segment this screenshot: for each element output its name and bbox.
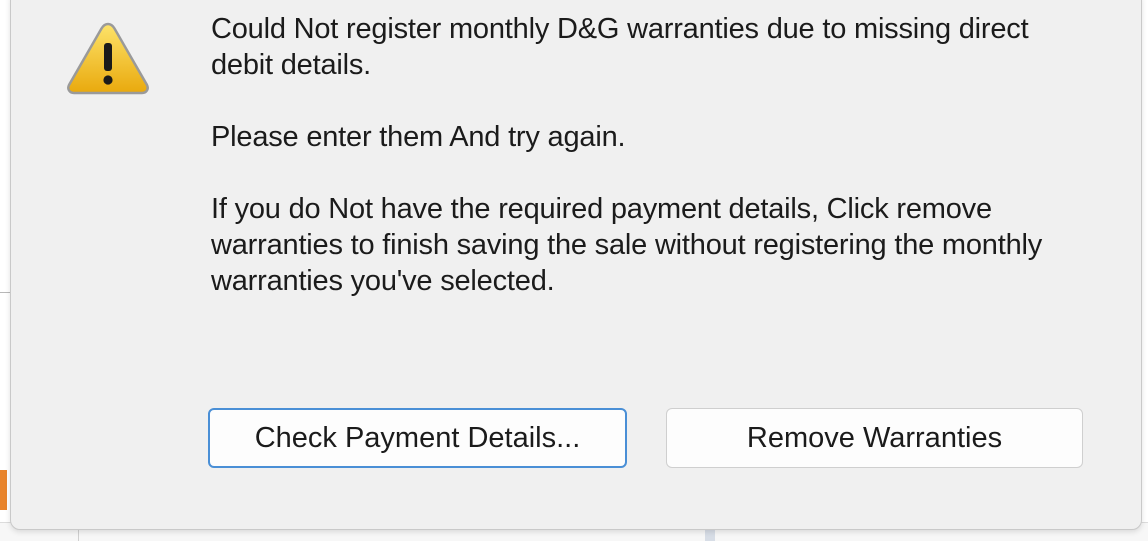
check-payment-details-label: Check Payment Details... [254,421,581,454]
message-instruction-text: Please enter them And try again. [211,121,626,153]
remove-warranties-button[interactable]: Remove Warranties [666,408,1083,468]
screen: Could Not register monthly D&G warrantie… [0,0,1148,541]
background-accent-tab [0,470,7,510]
warning-icon [67,22,149,95]
check-payment-details-button[interactable]: Check Payment Details... [208,408,627,468]
dialog-message: Could Not register monthly D&G warrantie… [211,11,1091,299]
message-error-text: Could Not register monthly D&G warrantie… [211,13,1029,81]
remove-warranties-label: Remove Warranties [746,421,1003,454]
message-alternative-text: If you do Not have the required payment … [211,193,1043,297]
warning-dialog: Could Not register monthly D&G warrantie… [10,0,1142,530]
